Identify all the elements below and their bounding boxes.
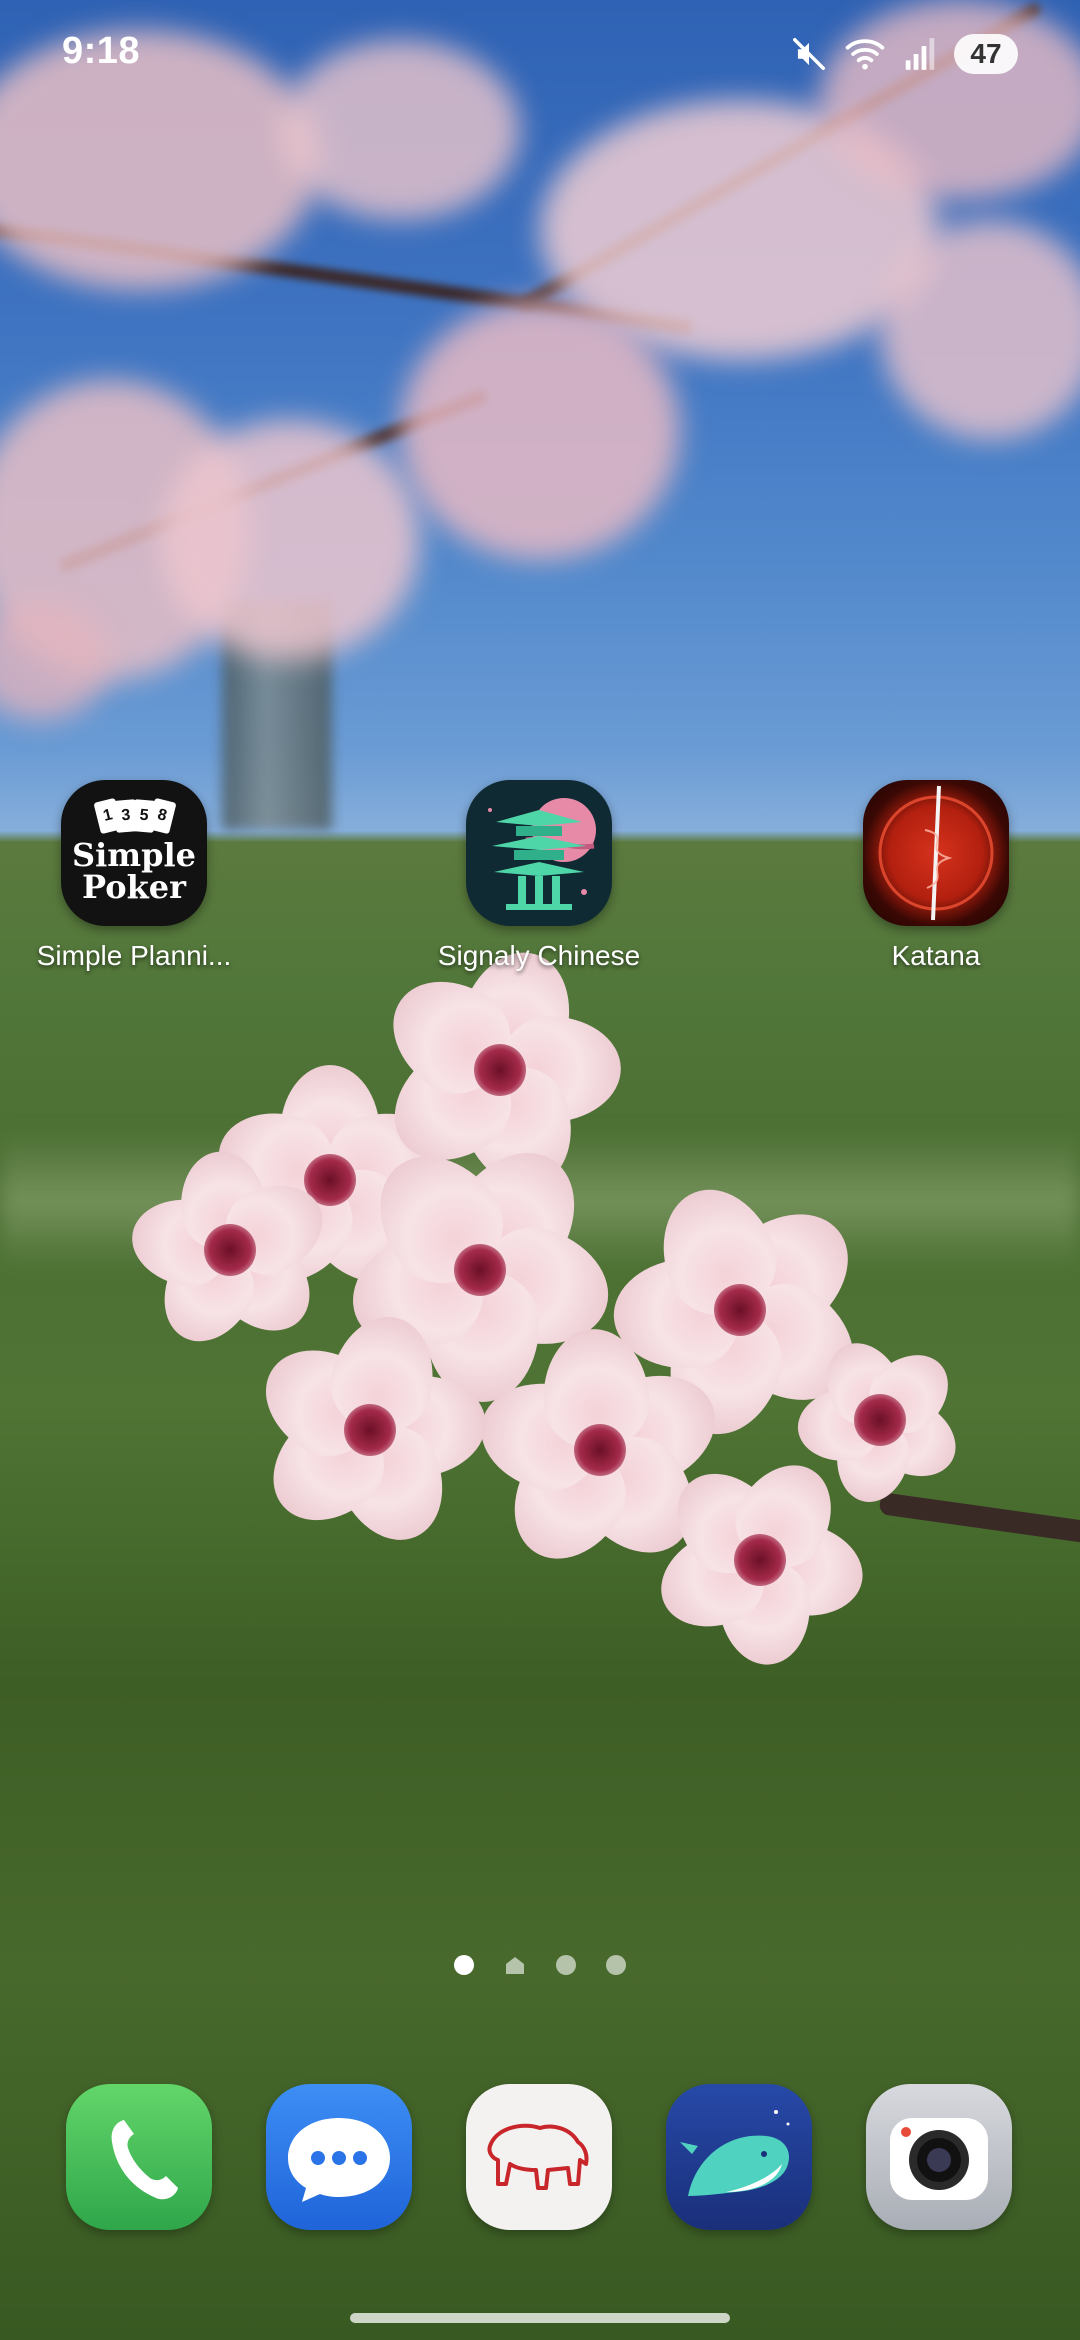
blossom-center [474,1044,526,1096]
page-dot[interactable] [606,1955,626,1975]
blossom-flower [793,1330,970,1508]
katana-icon [863,780,1009,926]
pagoda-icon [466,780,612,926]
status-time: 9:18 [62,30,141,72]
whale-glyph [680,2110,790,2196]
katana-art [878,785,994,921]
status-bar: 9:18 47 [0,0,1080,110]
blossom-flower [124,1145,338,1358]
camera-icon[interactable] [866,2084,1012,2230]
battery-indicator: 47 [954,34,1018,74]
app-simple-planning-poker[interactable]: 1 3 5 8 Simple Poker Simple Planni... [4,780,264,972]
bison-icon[interactable] [466,2084,612,2230]
wifi-icon [845,39,885,70]
messages-glyph [288,2118,390,2202]
blossom-center [204,1224,256,1276]
camera-glyph [890,2118,988,2200]
mute-icon [793,38,825,70]
phone-glyph [111,2120,178,2200]
blossom-center [574,1424,626,1476]
poker-icon-text: Poker [82,868,186,906]
blossom-center [454,1244,506,1296]
app-katana[interactable]: Katana [806,780,1066,972]
app-label: Simple Planni... [36,940,232,971]
home-page-icon[interactable] [504,1955,526,1975]
page-indicator[interactable] [0,1955,1080,1975]
poker-cards: 1 3 5 8 [93,797,177,836]
blossom-center [734,1534,786,1586]
page-dot-active[interactable] [454,1955,474,1975]
blossom-center [344,1404,396,1456]
dock [66,2084,1012,2230]
app-label: Katana [891,940,981,971]
blossom-cluster [0,0,1080,2340]
blossom-flower [245,1306,490,1557]
messages-icon[interactable] [266,2084,412,2230]
wallpaper [0,0,1080,2340]
signal-icon [905,38,935,70]
whale-icon[interactable] [666,2084,812,2230]
simple-poker-icon: 1 3 5 8 Simple Poker [61,780,207,926]
phone-icon[interactable] [66,2084,212,2230]
gesture-bar[interactable] [350,2313,730,2323]
pagoda-art [488,798,596,910]
page-dot[interactable] [556,1955,576,1975]
app-signaly-chinese[interactable]: Signaly Chinese [409,780,669,972]
status-icons: 47 [790,32,1018,76]
bison-glyph [487,2123,589,2190]
blossom-center [854,1394,906,1446]
app-label: Signaly Chinese [437,940,641,971]
blossom-center [714,1284,766,1336]
